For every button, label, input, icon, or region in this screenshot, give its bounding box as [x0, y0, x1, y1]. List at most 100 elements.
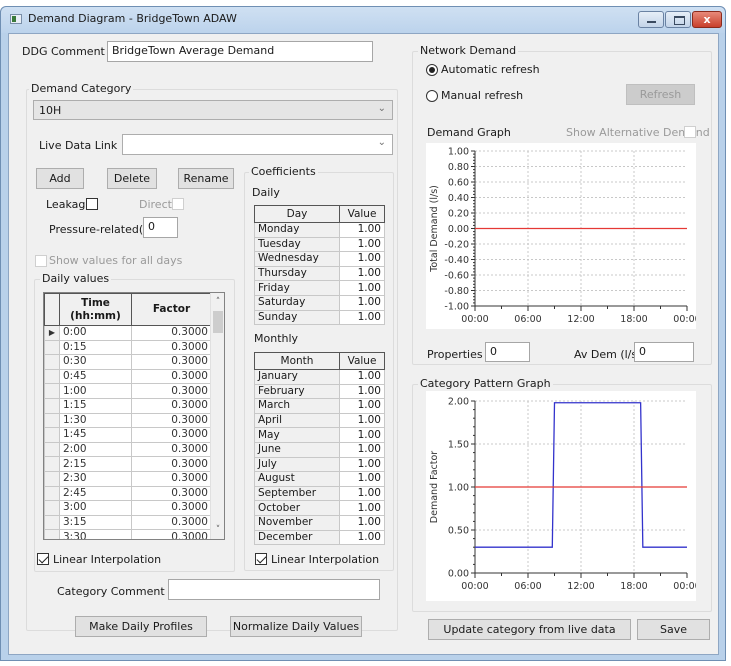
value-cell[interactable]: 1.00 — [339, 398, 385, 414]
value-cell[interactable]: 1.00 — [339, 222, 385, 238]
value-cell[interactable]: 1.00 — [339, 265, 385, 282]
factor-cell[interactable]: 0.3000 — [131, 427, 212, 443]
row-header[interactable] — [44, 368, 60, 385]
time-cell[interactable]: 0:00 — [59, 325, 132, 341]
time-cell[interactable]: 2:30 — [59, 470, 132, 487]
column-header-day[interactable]: Day — [254, 205, 340, 223]
factor-cell[interactable]: 0.3000 — [131, 529, 212, 539]
factor-cell[interactable]: 0.3000 — [131, 412, 212, 429]
factor-cell[interactable]: 0.3000 — [131, 514, 212, 531]
time-cell[interactable]: 3:15 — [59, 514, 132, 531]
time-cell[interactable]: 3:00 — [59, 500, 132, 516]
daily-coefficient-row[interactable]: Friday 1.00 — [254, 280, 385, 296]
daily-values-table[interactable]: Time (hh:mm) Factor ▶ 0:00 0.3000 0:15 0.3000… — [43, 292, 225, 540]
time-cell[interactable]: 3:30 — [59, 529, 132, 539]
value-cell[interactable]: 1.00 — [339, 383, 385, 400]
factor-cell[interactable]: 0.3000 — [131, 339, 212, 356]
show-alternative-demand-checkbox[interactable] — [684, 126, 696, 138]
rename-button[interactable]: Rename — [178, 168, 234, 189]
row-header[interactable] — [44, 456, 60, 472]
time-cell[interactable]: 2:15 — [59, 456, 132, 472]
daily-values-scrollbar[interactable]: ˄ ˅ — [210, 293, 224, 539]
scroll-down-icon[interactable]: ˅ — [211, 523, 224, 537]
value-cell[interactable]: 1.00 — [339, 280, 385, 296]
time-cell[interactable]: 1:45 — [59, 427, 132, 443]
time-cell[interactable]: 0:30 — [59, 354, 132, 370]
daily-value-row[interactable]: 1:30 0.3000 — [44, 412, 212, 429]
daily-value-row[interactable]: 0:30 0.3000 — [44, 354, 212, 370]
daily-coefficient-row[interactable]: Thursday 1.00 — [254, 265, 385, 282]
value-cell[interactable]: 1.00 — [339, 471, 385, 487]
monthly-coefficient-row[interactable]: April 1.00 — [254, 412, 385, 429]
daily-value-row[interactable]: 0:45 0.3000 — [44, 368, 212, 385]
value-cell[interactable]: 1.00 — [339, 369, 385, 385]
daily-value-row[interactable]: 3:30 0.3000 — [44, 529, 212, 539]
monthly-coefficient-row[interactable]: October 1.00 — [254, 500, 385, 516]
monthly-coefficients-table[interactable]: Month Value January 1.00 February 1.00 March… — [254, 352, 385, 546]
row-header[interactable] — [44, 470, 60, 487]
leakage-checkbox[interactable] — [86, 198, 98, 210]
row-header[interactable] — [44, 427, 60, 443]
pressure-related-input[interactable]: 0 — [143, 217, 178, 238]
daily-value-row[interactable]: 2:30 0.3000 — [44, 470, 212, 487]
monthly-coefficient-row[interactable]: November 1.00 — [254, 514, 385, 531]
row-header[interactable] — [44, 485, 60, 502]
value-cell[interactable]: 1.00 — [339, 441, 385, 458]
factor-cell[interactable]: 0.3000 — [131, 354, 212, 370]
factor-cell[interactable]: 0.3000 — [131, 470, 212, 487]
coef-linear-interpolation-checkbox[interactable] — [255, 553, 267, 565]
row-header[interactable] — [44, 529, 60, 539]
row-header[interactable] — [44, 383, 60, 399]
show-all-days-checkbox[interactable] — [35, 255, 47, 267]
value-cell[interactable]: 1.00 — [339, 485, 385, 502]
scroll-thumb[interactable] — [213, 311, 223, 333]
row-header[interactable] — [44, 397, 60, 414]
daily-value-row[interactable]: 1:00 0.3000 — [44, 383, 212, 399]
daily-coefficient-row[interactable]: Monday 1.00 — [254, 222, 385, 238]
daily-value-row[interactable]: 2:45 0.3000 — [44, 485, 212, 502]
daily-value-row[interactable]: 2:15 0.3000 — [44, 456, 212, 472]
monthly-coefficient-row[interactable]: July 1.00 — [254, 456, 385, 473]
daily-coefficient-row[interactable]: Wednesday 1.00 — [254, 251, 385, 267]
daily-coefficient-row[interactable]: Saturday 1.00 — [254, 294, 385, 311]
daily-coefficient-row[interactable]: Tuesday 1.00 — [254, 236, 385, 253]
monthly-coefficient-row[interactable]: June 1.00 — [254, 441, 385, 458]
add-button[interactable]: Add — [36, 168, 84, 189]
refresh-button[interactable]: Refresh — [626, 84, 695, 105]
factor-cell[interactable]: 0.3000 — [131, 383, 212, 399]
factor-cell[interactable]: 0.3000 — [131, 397, 212, 414]
row-header[interactable] — [44, 500, 60, 516]
update-category-from-live-data-button[interactable]: Update category from live data — [428, 619, 631, 640]
value-cell[interactable]: 1.00 — [339, 427, 385, 443]
monthly-coefficient-row[interactable]: September 1.00 — [254, 485, 385, 502]
row-header[interactable] — [44, 514, 60, 531]
value-cell[interactable]: 1.00 — [339, 529, 385, 546]
factor-cell[interactable]: 0.3000 — [131, 368, 212, 385]
monthly-coefficient-row[interactable]: December 1.00 — [254, 529, 385, 546]
value-cell[interactable]: 1.00 — [339, 236, 385, 253]
time-cell[interactable]: 2:45 — [59, 485, 132, 502]
value-cell[interactable]: 1.00 — [339, 412, 385, 429]
column-header-value[interactable]: Value — [339, 352, 385, 370]
title-bar[interactable]: Demand Diagram - BridgeTown ADAW x — [1, 7, 725, 33]
value-cell[interactable]: 1.00 — [339, 456, 385, 473]
time-cell[interactable]: 2:00 — [59, 441, 132, 458]
value-cell[interactable]: 1.00 — [339, 500, 385, 516]
row-header[interactable] — [44, 441, 60, 458]
daily-value-row[interactable]: 1:15 0.3000 — [44, 397, 212, 414]
value-cell[interactable]: 1.00 — [339, 309, 385, 326]
factor-cell[interactable]: 0.3000 — [131, 500, 212, 516]
value-cell[interactable]: 1.00 — [339, 294, 385, 311]
column-header-value[interactable]: Value — [339, 205, 385, 223]
delete-button[interactable]: Delete — [107, 168, 157, 189]
scroll-up-icon[interactable]: ˄ — [211, 295, 224, 309]
value-cell[interactable]: 1.00 — [339, 251, 385, 267]
daily-value-row[interactable]: 0:15 0.3000 — [44, 339, 212, 356]
column-header-factor[interactable]: Factor — [131, 293, 212, 326]
demand-category-select[interactable]: 10H ⌄ — [33, 100, 393, 120]
daily-value-row[interactable]: 2:00 0.3000 — [44, 441, 212, 458]
daily-value-row[interactable]: 3:00 0.3000 — [44, 500, 212, 516]
time-cell[interactable]: 0:45 — [59, 368, 132, 385]
factor-cell[interactable]: 0.3000 — [131, 485, 212, 502]
daily-value-row[interactable]: 1:45 0.3000 — [44, 427, 212, 443]
